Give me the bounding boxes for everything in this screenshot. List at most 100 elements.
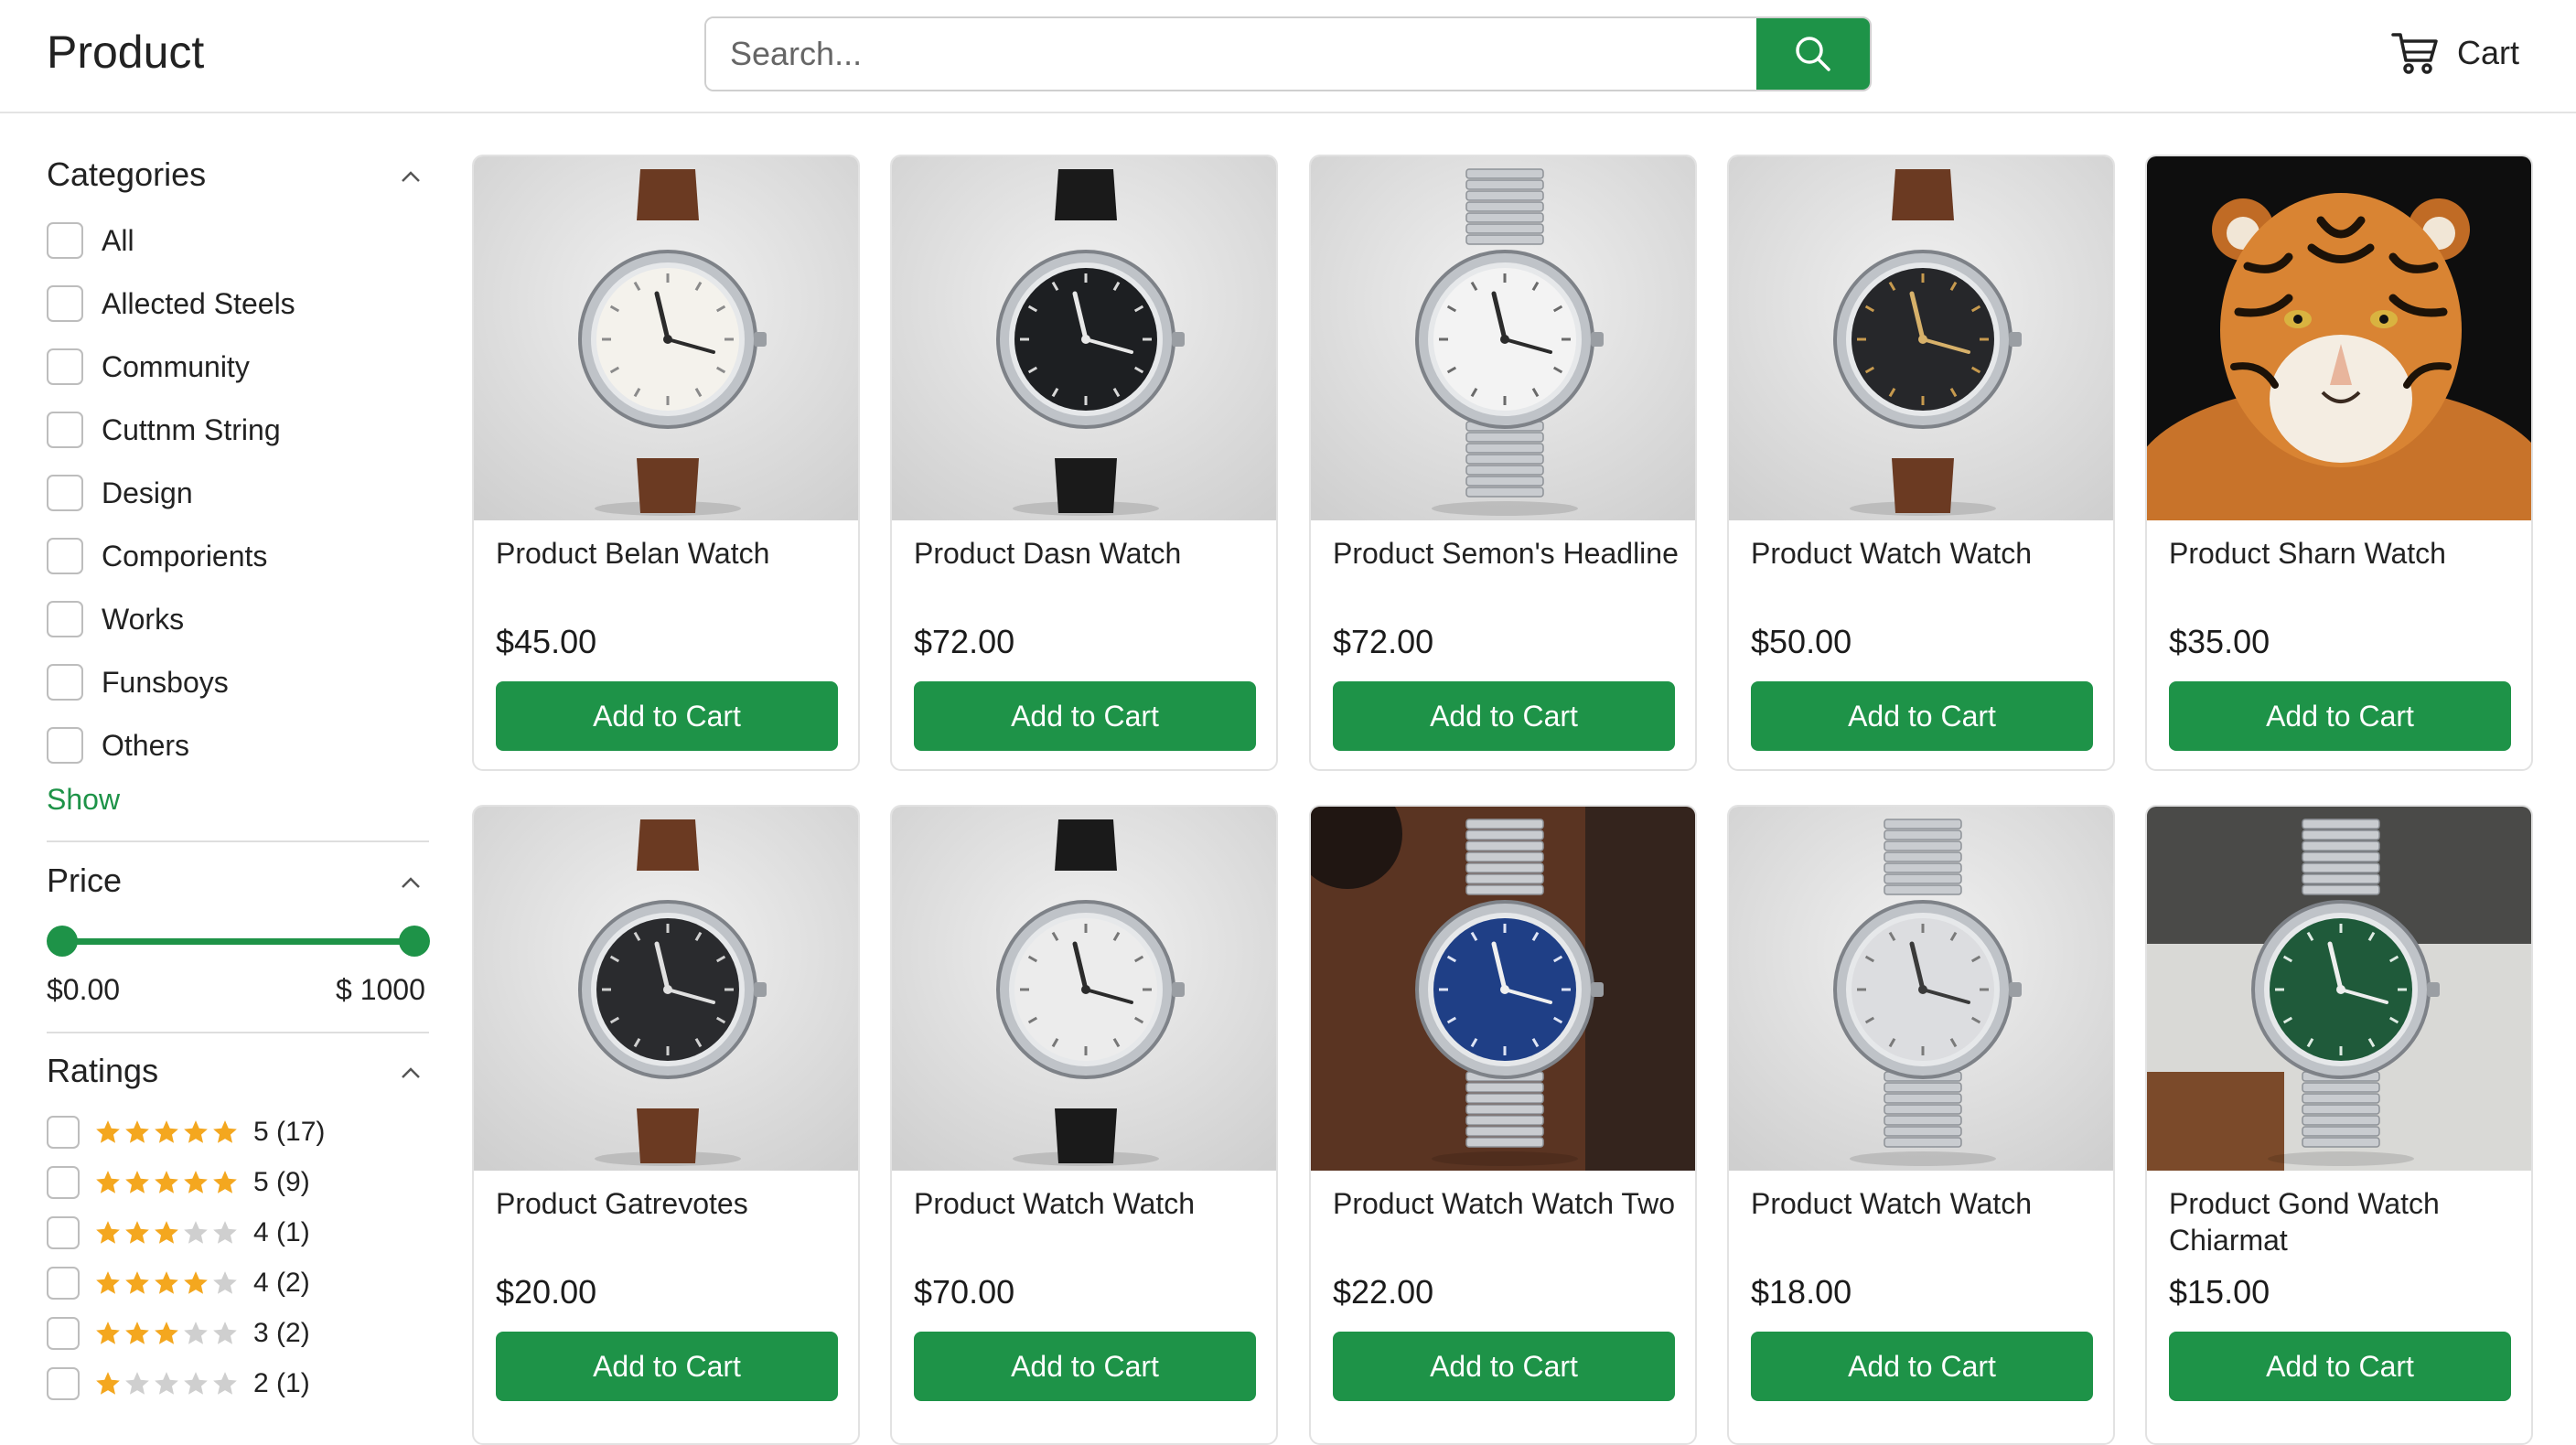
product-image[interactable]: [1729, 156, 2113, 520]
product-price: $22.00: [1333, 1273, 1434, 1311]
search-input[interactable]: [706, 18, 1756, 90]
star-empty-icon: [155, 1372, 178, 1395]
product-name[interactable]: Product Dasn Watch: [914, 535, 1261, 572]
chevron-up-icon[interactable]: [399, 1061, 423, 1085]
product-image[interactable]: [474, 156, 858, 520]
product-name[interactable]: Product Watch Watch Two: [1333, 1185, 1680, 1222]
product-price: $50.00: [1751, 623, 1852, 660]
rating-filter-item[interactable]: 3 (2): [47, 1315, 310, 1352]
add-to-cart-button[interactable]: Add to Cart: [496, 681, 838, 751]
rating-filter-item[interactable]: 4 (2): [47, 1265, 310, 1301]
product-image[interactable]: [2147, 156, 2531, 520]
add-to-cart-button[interactable]: Add to Cart: [1333, 1332, 1675, 1401]
product-image[interactable]: [892, 807, 1276, 1171]
product-name[interactable]: Product Belan Watch: [496, 535, 843, 572]
product-image[interactable]: [1311, 807, 1695, 1171]
category-label: Allected Steels: [102, 286, 295, 320]
category-item[interactable]: Design: [47, 474, 193, 512]
price-slider-min-handle[interactable]: [47, 926, 78, 957]
category-item[interactable]: Others: [47, 726, 189, 765]
add-to-cart-button[interactable]: Add to Cart: [1751, 1332, 2093, 1401]
checkbox[interactable]: [47, 727, 83, 764]
add-to-cart-button[interactable]: Add to Cart: [496, 1332, 838, 1401]
category-item[interactable]: Community: [47, 348, 250, 386]
add-to-cart-button[interactable]: Add to Cart: [914, 1332, 1256, 1401]
add-to-cart-button[interactable]: Add to Cart: [1333, 681, 1675, 751]
rating-label: 4 (2): [253, 1268, 310, 1298]
product-card[interactable]: Product Gond Watch Chiarmat $15.00 Add t…: [2145, 805, 2533, 1445]
add-to-cart-button[interactable]: Add to Cart: [2169, 681, 2511, 751]
star-filled-icon: [213, 1120, 237, 1143]
product-image[interactable]: [2147, 807, 2531, 1171]
category-item[interactable]: Comporients: [47, 537, 267, 575]
category-item[interactable]: Cuttnm String: [47, 411, 281, 449]
product-image[interactable]: [474, 807, 858, 1171]
product-image[interactable]: [892, 156, 1276, 520]
add-to-cart-button[interactable]: Add to Cart: [914, 681, 1256, 751]
checkbox[interactable]: [47, 1216, 80, 1249]
category-item[interactable]: Allected Steels: [47, 284, 295, 323]
product-image[interactable]: [1729, 807, 2113, 1171]
star-rating: [94, 1370, 239, 1397]
product-card[interactable]: Product Gatrevotes $20.00 Add to Cart: [472, 805, 860, 1445]
page-title: Product: [47, 27, 205, 78]
category-item[interactable]: Funsboys: [47, 663, 229, 701]
rating-filter-item[interactable]: 5 (17): [47, 1114, 325, 1151]
rating-filter-item[interactable]: 2 (1): [47, 1365, 310, 1402]
product-name[interactable]: Product Sharn Watch: [2169, 535, 2517, 572]
add-to-cart-button[interactable]: Add to Cart: [2169, 1332, 2511, 1401]
checkbox[interactable]: [47, 1116, 80, 1149]
product-price: $20.00: [496, 1273, 597, 1311]
checkbox[interactable]: [47, 601, 83, 637]
divider: [47, 840, 429, 842]
rating-label: 5 (9): [253, 1167, 310, 1197]
product-card[interactable]: Product Belan Watch $45.00 Add to Cart: [472, 155, 860, 771]
chevron-up-icon[interactable]: [399, 871, 423, 894]
product-image[interactable]: [1311, 156, 1695, 520]
search-bar: [704, 16, 1872, 91]
chevron-up-icon[interactable]: [399, 165, 423, 188]
star-filled-icon: [125, 1120, 149, 1143]
product-name[interactable]: Product Watch Watch: [914, 1185, 1261, 1222]
product-name[interactable]: Product Watch Watch: [1751, 535, 2098, 572]
checkbox[interactable]: [47, 222, 83, 259]
checkbox[interactable]: [47, 1367, 80, 1400]
star-filled-icon: [96, 1322, 120, 1344]
checkbox[interactable]: [47, 538, 83, 574]
checkbox[interactable]: [47, 348, 83, 385]
product-name[interactable]: Product Gond Watch Chiarmat: [2169, 1185, 2517, 1258]
category-label: Design: [102, 476, 193, 509]
checkbox[interactable]: [47, 412, 83, 448]
product-card[interactable]: Product Dasn Watch $72.00 Add to Cart: [890, 155, 1278, 771]
price-slider-max-handle[interactable]: [399, 926, 430, 957]
rating-filter-item[interactable]: 4 (1): [47, 1215, 310, 1251]
rating-filter-item[interactable]: 5 (9): [47, 1164, 310, 1201]
checkbox[interactable]: [47, 1267, 80, 1300]
product-card[interactable]: Product Watch Watch $18.00 Add to Cart: [1727, 805, 2115, 1445]
product-price: $72.00: [914, 623, 1015, 660]
product-price: $35.00: [2169, 623, 2270, 660]
add-to-cart-button[interactable]: Add to Cart: [1751, 681, 2093, 751]
category-label: Works: [102, 602, 185, 636]
show-more-link[interactable]: Show: [47, 783, 120, 817]
checkbox[interactable]: [47, 664, 83, 701]
star-filled-icon: [125, 1322, 149, 1344]
category-label: Community: [102, 349, 250, 383]
category-item-all[interactable]: All: [47, 221, 134, 260]
product-name[interactable]: Product Watch Watch: [1751, 1185, 2098, 1222]
checkbox[interactable]: [47, 1166, 80, 1199]
price-slider-track[interactable]: [62, 938, 414, 945]
search-button[interactable]: [1756, 18, 1870, 90]
product-card[interactable]: Product Watch Watch Two $22.00 Add to Ca…: [1309, 805, 1697, 1445]
checkbox[interactable]: [47, 475, 83, 511]
product-name[interactable]: Product Semon's Headline: [1333, 535, 1680, 572]
product-card[interactable]: Product Semon's Headline $72.00 Add to C…: [1309, 155, 1697, 771]
category-item[interactable]: Works: [47, 600, 184, 638]
product-name[interactable]: Product Gatrevotes: [496, 1185, 843, 1222]
product-card[interactable]: Product Watch Watch $70.00 Add to Cart: [890, 805, 1278, 1445]
product-card[interactable]: Product Watch Watch $50.00 Add to Cart: [1727, 155, 2115, 771]
checkbox[interactable]: [47, 285, 83, 322]
product-card[interactable]: Product Sharn Watch $35.00 Add to Cart: [2145, 155, 2533, 771]
checkbox[interactable]: [47, 1317, 80, 1350]
cart-link[interactable]: Cart: [2389, 27, 2519, 79]
